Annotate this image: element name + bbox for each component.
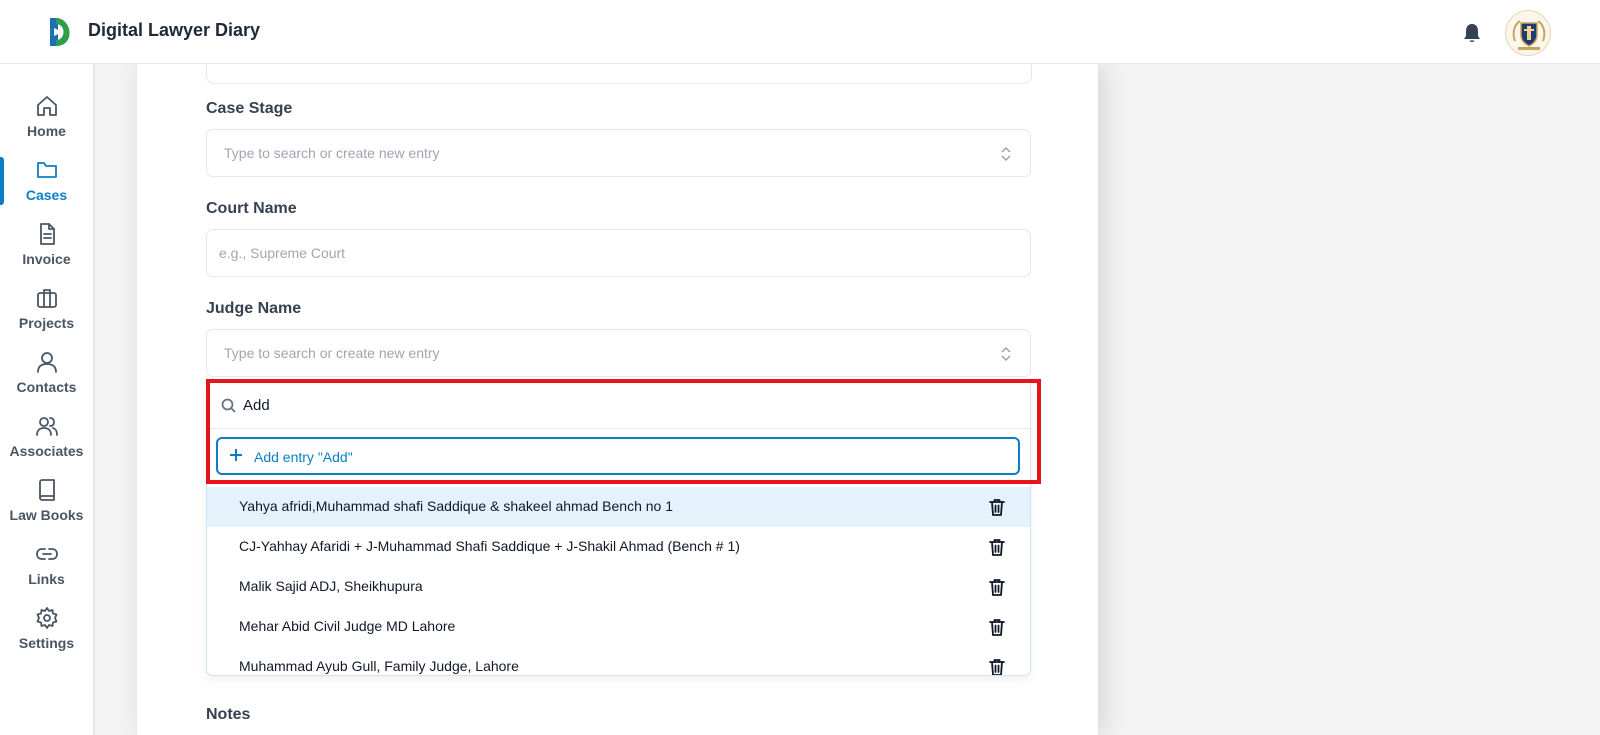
sidebar-item-projects[interactable]: Projects [0,286,93,344]
app-logo-icon[interactable] [46,14,74,50]
judge-option-label: Muhammad Ayub Gull, Family Judge, Lahore [239,658,519,674]
bell-icon[interactable] [1462,22,1482,44]
sidebar-item-invoice[interactable]: Invoice [0,222,93,280]
judge-option[interactable]: Mehar Abid Civil Judge MD Lahore [207,607,1030,647]
judge-option[interactable]: Muhammad Ayub Gull, Family Judge, Lahore [207,647,1030,675]
dropdown-search-row [207,381,1030,429]
case-stage-label: Case Stage [206,100,293,117]
case-stage-placeholder: Type to search or create new entry [224,145,440,161]
judge-option-label: Mehar Abid Civil Judge MD Lahore [239,618,456,634]
trash-icon[interactable] [989,618,1005,636]
previous-field-bottom-edge[interactable] [206,64,1032,84]
judge-option[interactable]: CJ-Yahhay Afaridi + J-Muhammad Shafi Sad… [207,527,1030,567]
notes-label: Notes [206,706,251,723]
judge-name-dropdown: Add entry "Add" Yahya afridi,Muhammad sh… [206,380,1031,676]
trash-icon[interactable] [989,498,1005,516]
avatar[interactable] [1505,10,1551,56]
sidebar-item-label: Cases [25,187,68,203]
judge-option-label: Malik Sajid ADJ, Sheikhupura [239,578,423,594]
sidebar-item-label: Invoice [22,251,71,267]
home-icon [36,96,57,116]
sidebar-item-label: Settings [18,635,75,651]
trash-icon[interactable] [989,578,1005,596]
sidebar-item-label: Home [27,123,66,139]
top-bar: Digital Lawyer Diary [0,0,1600,64]
sidebar-item-law-books[interactable]: Law Books [0,478,93,536]
add-entry-label: Add entry "Add" [254,449,353,465]
document-icon [39,223,55,245]
judge-name-combobox[interactable]: Type to search or create new entry [206,329,1031,377]
sidebar-item-label: Law Books [9,507,84,523]
sidebar-item-links[interactable]: Links [0,542,93,600]
users-icon [35,417,58,436]
judge-option[interactable]: Yahya afridi,Muhammad shafi Saddique & s… [207,487,1030,527]
sidebar-item-label: Contacts [16,379,77,395]
sidebar-item-associates[interactable]: Associates [0,414,93,472]
link-icon [35,548,58,560]
judge-name-label: Judge Name [206,300,302,317]
app-title: Digital Lawyer Diary [88,20,261,40]
case-stage-combobox[interactable]: Type to search or create new entry [206,129,1031,177]
sidebar-item-label: Projects [18,315,75,331]
judge-name-placeholder: Type to search or create new entry [224,345,440,361]
judge-option-label: CJ-Yahhay Afaridi + J-Muhammad Shafi Sad… [239,538,740,554]
gear-icon [36,607,57,629]
judge-option-label: Yahya afridi,Muhammad shafi Saddique & s… [239,498,674,514]
dropdown-search-input[interactable] [243,393,1003,417]
search-icon [221,398,236,413]
folder-icon [36,162,57,178]
add-entry-button[interactable]: Add entry "Add" [216,437,1020,475]
sidebar-item-contacts[interactable]: Contacts [0,350,93,408]
chevron-up-down-icon[interactable] [1000,146,1012,162]
law-firm-crest-icon [1512,20,1546,50]
sidebar-item-label: Associates [9,443,84,459]
sidebar-item-cases[interactable]: Cases [0,158,93,216]
court-name-input[interactable]: e.g., Supreme Court [206,229,1031,277]
sidebar-item-label: Links [28,571,65,587]
chevron-up-down-icon[interactable] [1000,346,1012,362]
court-name-placeholder: e.g., Supreme Court [219,245,346,261]
sidebar-item-home[interactable]: Home [0,94,93,152]
court-name-label: Court Name [206,200,297,217]
plus-icon [229,448,243,462]
sidebar-item-settings[interactable]: Settings [0,606,93,664]
trash-icon[interactable] [989,538,1005,556]
sidebar: Home Cases Invoice Projects Contacts Ass… [0,64,95,735]
user-icon [36,352,57,373]
trash-icon[interactable] [989,658,1005,675]
briefcase-icon [36,289,57,308]
book-icon [38,479,55,501]
judge-option[interactable]: Malik Sajid ADJ, Sheikhupura [207,567,1030,607]
